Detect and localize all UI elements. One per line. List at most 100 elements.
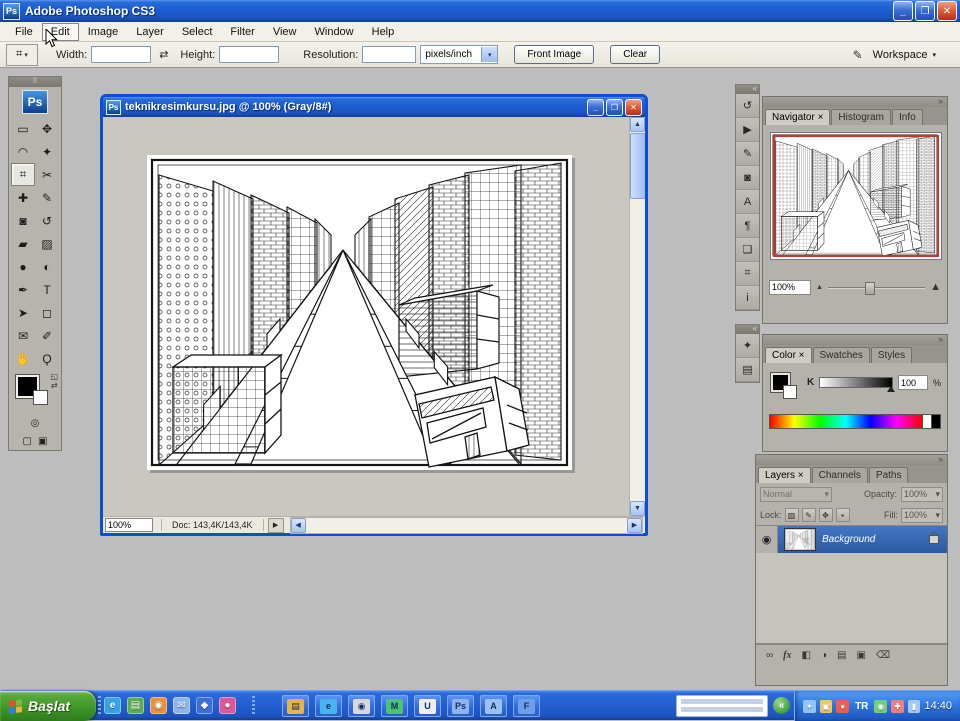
menu-file[interactable]: File: [6, 23, 42, 41]
k-channel-value[interactable]: [897, 375, 928, 390]
tool-zoom[interactable]: Ϙ: [35, 347, 59, 370]
document-close-button[interactable]: ✕: [625, 98, 642, 116]
fill-select[interactable]: 100% ▾: [901, 507, 943, 523]
zoom-slider-thumb[interactable]: [864, 282, 875, 295]
new-layer-icon[interactable]: ▣: [856, 650, 865, 661]
tab-navigator[interactable]: Navigator ×: [765, 109, 831, 125]
lock-image-pixels-button[interactable]: ✎: [801, 508, 816, 522]
layer-thumbnail[interactable]: [784, 528, 816, 551]
tray-icon[interactable]: ▮: [907, 699, 921, 713]
navigator-zoom-field[interactable]: [769, 279, 811, 295]
tab-styles[interactable]: Styles: [870, 347, 913, 363]
resolution-unit-select[interactable]: pixels/inch ▾: [420, 45, 499, 64]
scroll-down-icon[interactable]: ▼: [630, 501, 645, 516]
scroll-up-icon[interactable]: ▲: [630, 117, 645, 132]
quick-launch-media-player[interactable]: ◉: [150, 697, 167, 714]
tray-icon[interactable]: ●: [836, 699, 850, 713]
navigator-zoom-slider[interactable]: [827, 281, 926, 295]
layer-row-background[interactable]: ◉ Background: [756, 526, 947, 553]
vertical-scrollbar[interactable]: ▲ ▼: [629, 117, 645, 516]
tool-slice[interactable]: ✂: [35, 163, 59, 186]
tab-histogram[interactable]: Histogram: [831, 109, 891, 125]
horizontal-scrollbar[interactable]: ◀ ▶: [289, 516, 643, 534]
taskbar-toolbar-band[interactable]: [676, 695, 768, 717]
status-menu-arrow[interactable]: ▶: [267, 517, 284, 533]
dock-collapse-icon[interactable]: «: [736, 325, 759, 334]
tab-swatches[interactable]: Swatches: [812, 347, 870, 363]
slider-thumb-icon[interactable]: [886, 386, 895, 392]
tool-notes[interactable]: ✉: [11, 324, 35, 347]
taskbar-button[interactable]: e: [315, 695, 342, 717]
lock-position-button[interactable]: ✥: [818, 508, 833, 522]
swap-dimensions-icon[interactable]: ⇄: [159, 48, 168, 61]
tool-brush[interactable]: ✎: [35, 186, 59, 209]
document-canvas-area[interactable]: ▲ ▼: [103, 117, 645, 516]
lock-all-button[interactable]: ▪: [835, 508, 850, 522]
actions-panel-icon[interactable]: ▶: [736, 118, 759, 142]
tool-hand[interactable]: ✋: [11, 347, 35, 370]
link-layers-icon[interactable]: ∞: [766, 650, 773, 661]
navigator-proxy-view[interactable]: [773, 135, 939, 257]
zoom-in-icon[interactable]: ▲: [930, 281, 941, 293]
blend-mode-select[interactable]: Normal ▾: [760, 486, 832, 502]
screen-mode-standard-button[interactable]: ▢: [23, 436, 32, 447]
character-panel-icon[interactable]: A: [736, 190, 759, 214]
tool-blur[interactable]: ●: [11, 255, 35, 278]
tool-clone-stamp[interactable]: ◙: [11, 209, 35, 232]
menu-help[interactable]: Help: [363, 23, 404, 41]
tool-dodge[interactable]: ◐: [35, 255, 59, 278]
adjustment-layer-icon[interactable]: ◑: [821, 650, 827, 661]
menu-filter[interactable]: Filter: [221, 23, 263, 41]
tool-preset-picker[interactable]: ⌗ ▾: [6, 43, 38, 66]
quick-mask-button[interactable]: ◎: [31, 418, 40, 429]
quick-launch-internet-explorer[interactable]: e: [104, 697, 121, 714]
toolbox-grip[interactable]: ⠿: [9, 77, 61, 87]
tab-color[interactable]: Color ×: [765, 347, 812, 363]
tool-path-selection[interactable]: ➤: [11, 301, 35, 324]
vertical-scroll-thumb[interactable]: [629, 133, 645, 199]
layer-style-icon[interactable]: fx: [783, 650, 791, 661]
k-channel-slider[interactable]: [819, 377, 895, 392]
width-input[interactable]: [91, 46, 152, 63]
tool-history-brush[interactable]: ↺: [35, 209, 59, 232]
taskbar-button[interactable]: U: [414, 695, 441, 717]
new-group-icon[interactable]: ▤: [837, 650, 846, 661]
scroll-right-icon[interactable]: ▶: [627, 517, 642, 533]
opacity-select[interactable]: 100% ▾: [901, 486, 943, 502]
hidden-icons-chevron[interactable]: «: [773, 697, 790, 714]
panel-collapse-icon[interactable]: »: [756, 455, 947, 465]
tool-lasso[interactable]: ◠: [11, 140, 35, 163]
taskbar-button[interactable]: A: [480, 695, 507, 717]
taskbar-clock[interactable]: 14:40: [924, 700, 952, 712]
start-button[interactable]: Başlat: [0, 691, 96, 721]
quick-launch-messenger[interactable]: ✉: [173, 697, 190, 714]
tray-icon[interactable]: ✦: [803, 699, 816, 713]
menu-select[interactable]: Select: [173, 23, 222, 41]
workspace-button[interactable]: Workspace ▾: [873, 49, 936, 61]
menu-view[interactable]: View: [264, 23, 306, 41]
tab-paths[interactable]: Paths: [868, 467, 909, 483]
minimize-button[interactable]: _: [893, 1, 913, 21]
menu-edit[interactable]: Edit: [41, 22, 79, 41]
default-colors-icon[interactable]: ◱: [50, 372, 58, 381]
tool-magic-wand[interactable]: ✦: [35, 140, 59, 163]
tab-layers[interactable]: Layers ×: [758, 467, 811, 483]
app-titlebar[interactable]: Ps Adobe Photoshop CS3 _ ❐ ✕: [0, 0, 960, 22]
quick-launch-app[interactable]: ◆: [196, 697, 213, 714]
quick-launch-app[interactable]: ●: [219, 697, 236, 714]
quick-launch-show-desktop[interactable]: ▤: [127, 697, 144, 714]
screen-mode-full-button[interactable]: ▣: [38, 436, 47, 447]
tool-pen[interactable]: ✒: [11, 278, 35, 301]
tab-info[interactable]: Info: [892, 109, 923, 125]
tool-healing-brush[interactable]: ✚: [11, 186, 35, 209]
document-titlebar[interactable]: Ps teknikresimkursu.jpg @ 100% (Gray/8#)…: [103, 97, 645, 117]
language-indicator[interactable]: TR: [853, 701, 870, 712]
tool-type[interactable]: T: [35, 278, 59, 301]
resolution-input[interactable]: [362, 46, 417, 63]
menu-window[interactable]: Window: [306, 23, 363, 41]
add-layer-mask-icon[interactable]: ◧: [801, 650, 810, 661]
maximize-button[interactable]: ❐: [915, 1, 935, 21]
tool-shape[interactable]: ◻: [35, 301, 59, 324]
tool-move[interactable]: ✥: [35, 117, 59, 140]
scroll-left-icon[interactable]: ◀: [290, 517, 306, 533]
